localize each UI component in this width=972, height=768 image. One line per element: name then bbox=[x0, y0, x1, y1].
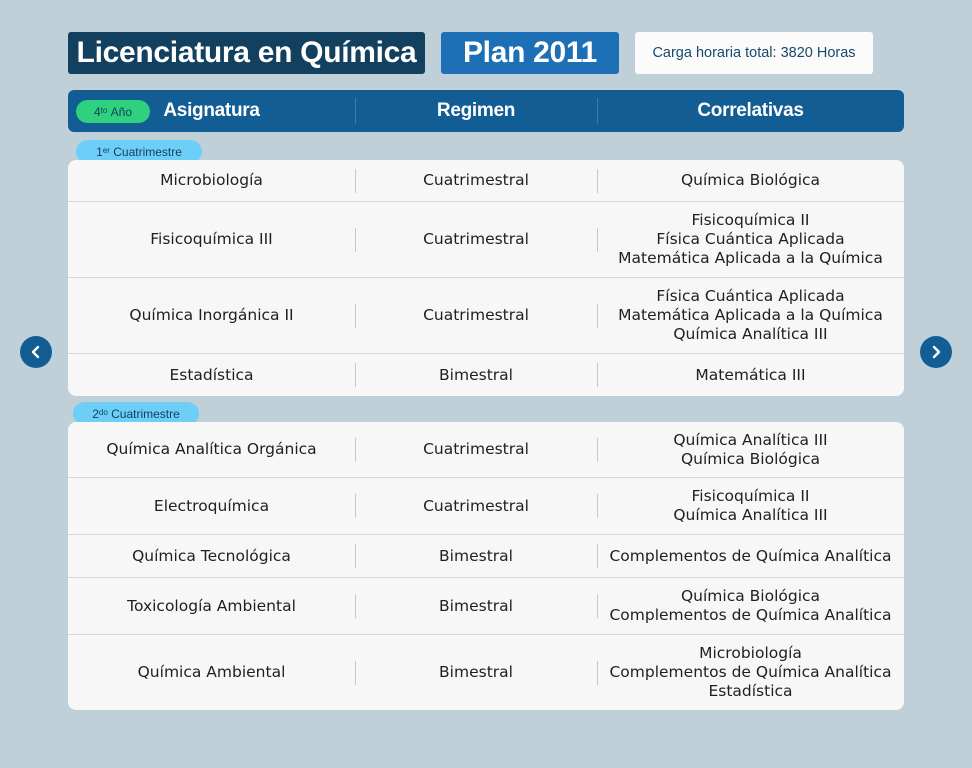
career-title: Licenciatura en Química bbox=[68, 32, 425, 74]
column-divider bbox=[355, 660, 356, 685]
prerequisite-item: Química Analítica III bbox=[673, 430, 828, 449]
prerequisite-item: Química Biológica bbox=[680, 587, 821, 605]
regime-cell: Bimestral bbox=[439, 663, 513, 681]
table-row: Química Tecnológica Bimestral Complementos… bbox=[68, 534, 904, 577]
table-row: Toxicología Ambiental Bimestral Química Bi… bbox=[68, 577, 904, 634]
previous-button[interactable] bbox=[20, 336, 52, 368]
prerequisites-cell: Complementos de Química Analítica bbox=[597, 547, 904, 566]
column-divider bbox=[597, 303, 598, 328]
regime-cell: Cuatrimestral bbox=[423, 496, 529, 515]
column-divider bbox=[355, 494, 356, 518]
term-table-first: Microbiología Cuatrimestral Química Biológ… bbox=[68, 160, 904, 396]
term-table-second: Química Analítica Orgánica Cuatrimestral Q… bbox=[68, 422, 904, 710]
regime-cell: Cuatrimestral bbox=[423, 440, 529, 458]
column-header-regime: Regimen bbox=[436, 100, 516, 121]
term-number: 1 bbox=[96, 144, 103, 159]
regime-cell: Cuatrimestral bbox=[423, 171, 529, 189]
table-row: Estadística Bimestral Matemática III bbox=[68, 353, 904, 396]
total-hours-label: Carga horaria total: 3820 Horas bbox=[635, 32, 873, 74]
chevron-right-icon bbox=[932, 345, 941, 359]
regime-cell: Cuatrimestral bbox=[423, 230, 529, 248]
term-label: Cuatrimestre bbox=[111, 406, 180, 421]
column-divider bbox=[355, 594, 356, 618]
table-row: Electroquímica Cuatrimestral Fisicoquímica… bbox=[68, 477, 904, 534]
column-divider bbox=[355, 544, 356, 568]
prerequisite-item: Física Cuántica Aplicada bbox=[656, 287, 845, 305]
subject-cell: Química Analítica Orgánica bbox=[106, 440, 317, 458]
term-number: 2 bbox=[92, 406, 99, 421]
table-row: Fisicoquímica III Cuatrimestral Fisicoquím… bbox=[68, 201, 904, 277]
table-header: 4 to Año Asignatura Regimen Correlativas bbox=[68, 90, 904, 132]
subject-cell: Toxicología Ambiental bbox=[127, 596, 296, 615]
prerequisite-item: Química Biológica bbox=[680, 449, 821, 468]
column-divider bbox=[597, 544, 598, 568]
prerequisites-cell: Química Biológica bbox=[597, 171, 904, 190]
column-divider bbox=[597, 494, 598, 518]
column-divider bbox=[597, 660, 598, 685]
column-divider bbox=[355, 303, 356, 328]
column-divider bbox=[355, 168, 356, 193]
prerequisites-cell: Física Cuántica Aplicada Matemática Aplic… bbox=[597, 287, 904, 344]
prerequisites-cell: Química Analítica III Química Biológica bbox=[597, 431, 904, 469]
prerequisites-cell: Microbiología Complementos de Química Ana… bbox=[597, 644, 904, 701]
prerequisite-item: Matemática Aplicada a la Química bbox=[618, 306, 883, 324]
prerequisite-item: Química Analítica III bbox=[673, 506, 828, 524]
column-divider bbox=[597, 594, 598, 618]
regime-cell: Cuatrimestral bbox=[423, 306, 529, 324]
prerequisite-item: Física Cuántica Aplicada bbox=[656, 230, 845, 248]
column-divider bbox=[597, 227, 598, 252]
prerequisite-item: Química Analítica III bbox=[673, 325, 828, 343]
subject-cell: Microbiología bbox=[160, 171, 263, 189]
prerequisite-item: Fisicoquímica II bbox=[691, 487, 810, 505]
prerequisites-cell: Fisicoquímica II Química Analítica III bbox=[597, 487, 904, 525]
prerequisite-item: Matemática III bbox=[695, 365, 806, 384]
prerequisite-item: Fisicoquímica II bbox=[691, 211, 810, 229]
regime-cell: Bimestral bbox=[439, 596, 513, 615]
column-divider bbox=[597, 363, 598, 387]
table-row: Química Ambiental Bimestral Microbiología C… bbox=[68, 634, 904, 710]
prerequisites-cell: Fisicoquímica II Física Cuántica Aplicada… bbox=[597, 211, 904, 268]
regime-cell: Bimestral bbox=[439, 546, 513, 565]
column-header-prerequisites: Correlativas bbox=[697, 100, 804, 121]
subject-cell: Química Ambiental bbox=[137, 663, 286, 681]
subject-cell: Química Inorgánica II bbox=[129, 306, 294, 324]
column-divider bbox=[597, 168, 598, 193]
prerequisite-item: Complementos de Química Analítica bbox=[609, 546, 892, 565]
column-divider bbox=[355, 363, 356, 387]
prerequisite-item: Estadística bbox=[708, 682, 793, 700]
prerequisite-item: Matemática Aplicada a la Química bbox=[618, 249, 883, 267]
prerequisites-cell: Matemática III bbox=[597, 366, 904, 385]
chevron-left-icon bbox=[31, 345, 40, 359]
table-row: Química Inorgánica II Cuatrimestral Física… bbox=[68, 277, 904, 353]
prerequisites-cell: Química Biológica Complementos de Química… bbox=[597, 587, 904, 625]
next-button[interactable] bbox=[920, 336, 952, 368]
column-divider bbox=[597, 437, 598, 462]
term-label: Cuatrimestre bbox=[113, 144, 182, 159]
table-row: Química Analítica Orgánica Cuatrimestral Q… bbox=[68, 422, 904, 477]
prerequisite-item: Complementos de Química Analítica bbox=[609, 606, 892, 624]
subject-cell: Fisicoquímica III bbox=[150, 230, 273, 248]
regime-cell: Bimestral bbox=[439, 365, 513, 384]
plan-badge: Plan 2011 bbox=[441, 32, 619, 74]
prerequisite-item: Complementos de Química Analítica bbox=[609, 663, 892, 681]
column-divider bbox=[355, 227, 356, 252]
subject-cell: Estadística bbox=[169, 365, 254, 384]
table-row: Microbiología Cuatrimestral Química Biológ… bbox=[68, 160, 904, 201]
subject-cell: Química Tecnológica bbox=[132, 546, 291, 565]
column-header-subject: Asignatura bbox=[163, 100, 260, 121]
column-divider bbox=[355, 437, 356, 462]
prerequisite-item: Química Biológica bbox=[680, 171, 821, 189]
subject-cell: Electroquímica bbox=[153, 496, 270, 515]
prerequisite-item: Microbiología bbox=[699, 644, 802, 662]
